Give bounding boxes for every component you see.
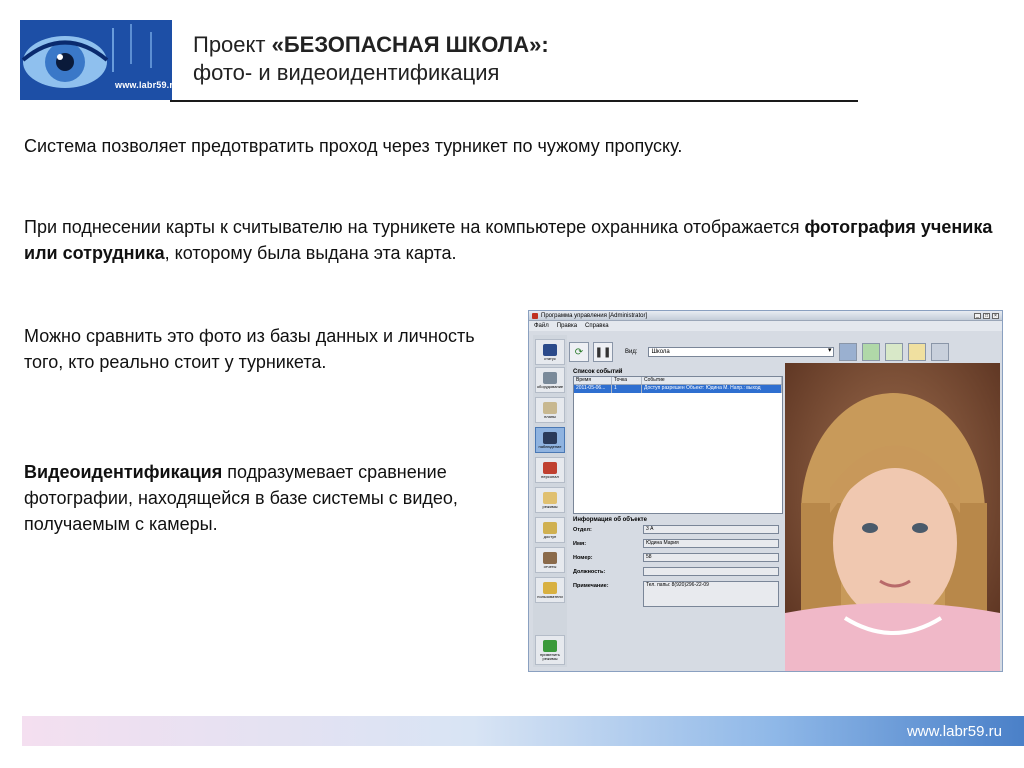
footer-bar xyxy=(22,716,1024,746)
edit-icon[interactable] xyxy=(907,343,926,361)
app-title: Программа управления [Administrator] xyxy=(541,312,648,319)
paragraph-intro: Система позволяет предотвратить проход ч… xyxy=(24,136,683,156)
cell-time: 2011-05-06... xyxy=(574,385,612,393)
sidebar-label: пользователи xyxy=(537,593,563,599)
info-panel: Отдел: 3 А Имя: Юдина Мария Номер: 58 До… xyxy=(573,524,783,607)
view-select[interactable]: Школа xyxy=(647,347,834,357)
minimize-icon[interactable]: _ xyxy=(974,312,981,319)
sidebar-item-camera[interactable]: наблюдение xyxy=(535,427,565,453)
sidebar-item-reports[interactable]: отчеты xyxy=(535,547,565,573)
paragraph-compare: Можно сравнить это фото из базы данных и… xyxy=(24,326,475,372)
menu-edit[interactable]: Правка xyxy=(557,323,577,329)
info-label-number: Номер: xyxy=(573,555,593,561)
apply-icon xyxy=(543,639,557,652)
window-controls: _ □ × xyxy=(974,312,999,319)
info-value-name: Юдина Мария xyxy=(643,539,779,548)
column-point[interactable]: Точка xyxy=(612,377,642,384)
sidebar-label: применить режимы xyxy=(540,651,560,661)
events-header: Время Точка Событие xyxy=(574,377,782,385)
labr59-logo: www.labr59.ru xyxy=(20,20,172,100)
sidebar-label: персонал xyxy=(541,473,559,479)
info-value-position xyxy=(643,567,779,576)
paragraph-card-photo: При поднесении карты к считывателю на ту… xyxy=(24,214,1014,266)
info-value-number: 58 xyxy=(643,553,779,562)
info-label-dept: Отдел: xyxy=(573,527,592,533)
title-divider xyxy=(170,100,858,102)
refresh-button[interactable]: ⟳ xyxy=(569,342,589,362)
title-line1: Проект «БЕЗОПАСНАЯ ШКОЛА»: xyxy=(193,32,858,58)
close-icon[interactable]: × xyxy=(992,312,999,319)
map-icon[interactable] xyxy=(838,343,857,361)
info-label-note: Примечание: xyxy=(573,583,609,589)
app-screenshot: Программа управления [Administrator] _ □… xyxy=(528,310,1003,672)
student-photo xyxy=(785,363,1000,671)
sidebar-item-modes[interactable]: режимы xyxy=(535,487,565,513)
window-icon[interactable] xyxy=(930,343,949,361)
add-icon[interactable] xyxy=(861,343,880,361)
title-prefix: Проект xyxy=(193,32,272,57)
events-title: Список событий xyxy=(573,369,623,375)
cell-point: 1 xyxy=(612,385,642,393)
p2-text: При поднесении карты к считывателю на ту… xyxy=(24,217,805,237)
column-time[interactable]: Время xyxy=(574,377,612,384)
sidebar-item-users[interactable]: пользователи xyxy=(535,577,565,603)
sidebar-label: отчеты xyxy=(543,563,557,569)
pause-button[interactable]: ❚❚ xyxy=(593,342,613,362)
personnel-icon xyxy=(543,461,557,474)
view-label: Вид: xyxy=(625,349,638,355)
info-label-name: Имя: xyxy=(573,541,587,547)
menu-help[interactable]: Справка xyxy=(585,323,609,329)
table-row[interactable]: 2011-05-06... 1 Доступ разрешен Объект: … xyxy=(574,385,782,393)
maximize-icon[interactable]: □ xyxy=(983,312,990,319)
sidebar-label: оборудование xyxy=(536,383,564,389)
app-icon xyxy=(532,312,538,319)
column-event[interactable]: Событие xyxy=(642,377,782,384)
info-title: Информация об объекте xyxy=(573,517,647,523)
footer-url[interactable]: www.labr59.ru xyxy=(907,723,1002,740)
camera-icon xyxy=(543,431,557,444)
title-project-name: «БЕЗОПАСНАЯ ШКОЛА»: xyxy=(271,32,549,57)
info-value-note: Тел. папы: 8(920)296-22-09 xyxy=(643,581,779,607)
app-menubar: Файл Правка Справка xyxy=(529,321,1002,331)
app-sidebar: статус оборудование планы наблюдение пер… xyxy=(533,335,567,667)
equipment-icon xyxy=(543,371,557,384)
access-icon xyxy=(543,521,557,534)
cell-event: Доступ разрешен Объект: Юдина М. Напр.: … xyxy=(642,385,782,393)
sidebar-item-plans[interactable]: планы xyxy=(535,397,565,423)
page-title: Проект «БЕЗОПАСНАЯ ШКОЛА»: фото- и видео… xyxy=(193,32,858,86)
sidebar-label: режимы xyxy=(542,503,558,509)
sidebar-label: наблюдение xyxy=(538,443,562,449)
sidebar-label: планы xyxy=(544,413,556,419)
reports-icon xyxy=(543,551,557,564)
logo-url: www.labr59.ru xyxy=(115,80,172,90)
plans-icon xyxy=(543,401,557,414)
info-label-position: Должность: xyxy=(573,569,606,575)
p4-bold: Видеоидентификация xyxy=(24,462,223,482)
sidebar-item-equipment[interactable]: оборудование xyxy=(535,367,565,393)
modes-icon xyxy=(543,491,557,504)
p2-text-end: , которому была выдана эта карта. xyxy=(164,243,457,263)
app-titlebar: Программа управления [Administrator] _ □… xyxy=(529,311,1002,321)
student-photo-image xyxy=(785,363,1000,671)
paragraph-video: Видеоидентификация подразумевает сравнен… xyxy=(24,459,464,537)
menu-file[interactable]: Файл xyxy=(534,323,549,329)
export-icon[interactable] xyxy=(884,343,903,361)
sidebar-item-access[interactable]: доступ xyxy=(535,517,565,543)
title-subtitle: фото- и видеоидентификация xyxy=(193,60,500,85)
events-table: Время Точка Событие 2011-05-06... 1 Дост… xyxy=(573,376,783,514)
users-icon xyxy=(543,581,557,594)
info-value-dept: 3 А xyxy=(643,525,779,534)
sidebar-item-status[interactable]: статус xyxy=(535,339,565,365)
status-icon xyxy=(543,343,557,356)
sidebar-label: статус xyxy=(544,355,556,361)
sidebar-item-personnel[interactable]: персонал xyxy=(535,457,565,483)
app-toolbar: ⟳ ❚❚ Вид: Школа xyxy=(569,339,998,365)
sidebar-item-apply[interactable]: применить режимы xyxy=(535,635,565,665)
sidebar-label: доступ xyxy=(543,533,557,539)
